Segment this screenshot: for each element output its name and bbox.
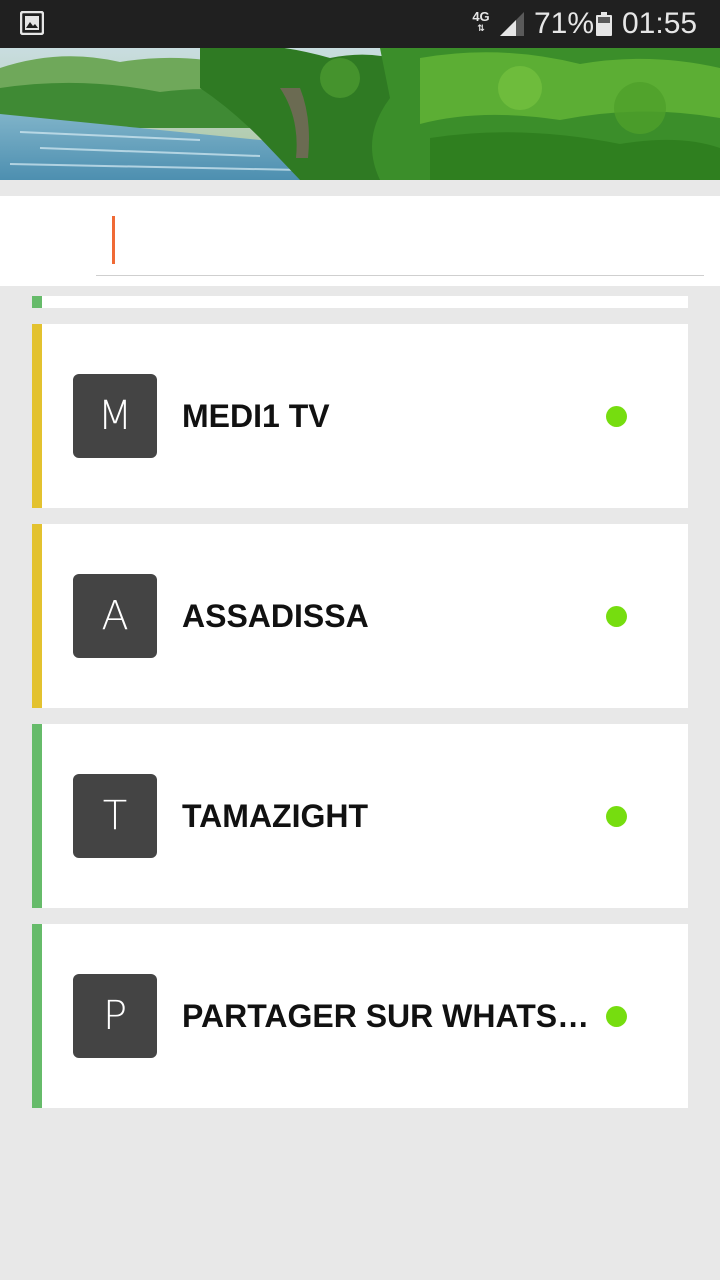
text-cursor: [112, 216, 115, 264]
header-banner-image: [0, 48, 720, 180]
channel-name: ASSADISSA: [182, 598, 369, 634]
online-status-dot: [606, 406, 627, 427]
channel-name: TAMAZIGHT: [182, 798, 369, 834]
channel-item-tamazight[interactable]: T TAMAZIGHT: [32, 724, 688, 908]
online-status-dot: [606, 1006, 627, 1027]
status-bar: 4G ⇅ 71% 01:55: [0, 0, 720, 48]
battery-percent: 71%: [534, 7, 595, 40]
clock: 01:55: [622, 7, 698, 40]
network-type-indicator: 4G ⇅: [472, 9, 490, 33]
card-accent-stripe: [32, 324, 42, 508]
channel-avatar: T: [73, 774, 157, 858]
channel-item-assadissa[interactable]: A ASSADISSA: [32, 524, 688, 708]
search-input[interactable]: [96, 212, 704, 276]
battery-icon: [596, 12, 612, 36]
channel-avatar: M: [73, 374, 157, 458]
channel-avatar: A: [73, 574, 157, 658]
online-status-dot: [606, 606, 627, 627]
list-item-partial[interactable]: [32, 296, 688, 308]
channel-item-share-whatsapp[interactable]: P PARTAGER SUR WHATSAPP: [32, 924, 688, 1108]
channel-name: MEDI1 TV: [182, 398, 330, 434]
search-bar: [0, 196, 720, 456]
card-accent-stripe: [32, 924, 42, 1108]
gallery-notification-icon: [20, 11, 44, 35]
channel-item-medi1-tv[interactable]: M MEDI1 TV: [32, 324, 688, 508]
card-accent-stripe: [32, 524, 42, 708]
card-accent-stripe: [32, 296, 42, 308]
online-status-dot: [606, 806, 627, 827]
signal-strength-icon: [500, 12, 524, 36]
channel-avatar: P: [73, 974, 157, 1058]
card-accent-stripe: [32, 724, 42, 908]
channel-name: PARTAGER SUR WHATSAPP: [182, 998, 592, 1034]
